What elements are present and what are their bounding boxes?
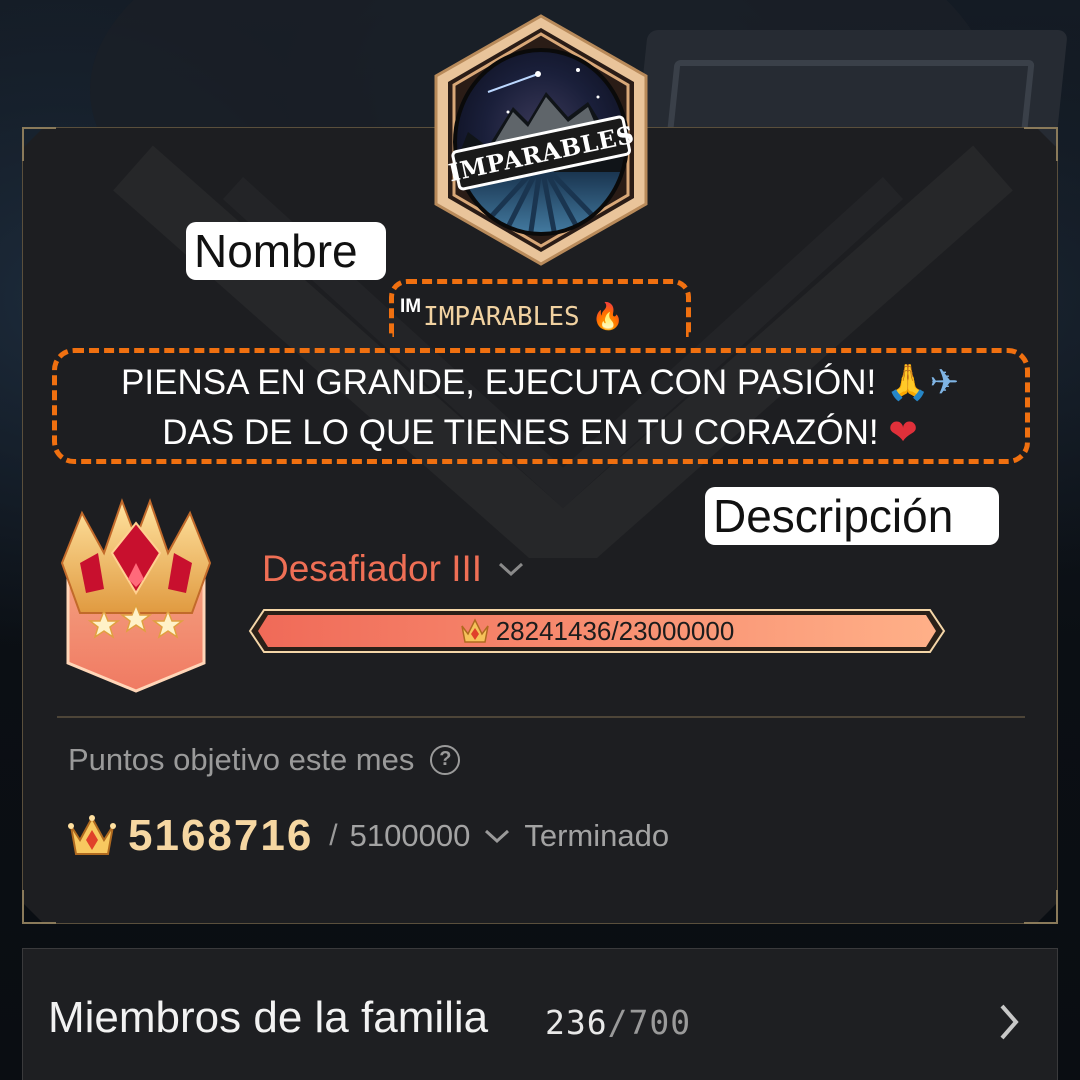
points-crown-icon bbox=[68, 815, 116, 855]
chevron-right-icon[interactable] bbox=[996, 1002, 1022, 1042]
monthly-target-row[interactable]: 5168716 / 5100000 Terminado bbox=[68, 804, 669, 868]
points-separator: / bbox=[329, 819, 338, 852]
family-name: IM IMPARABLES 🔥 bbox=[400, 292, 690, 332]
progress-label: 28241436/23000000 bbox=[248, 608, 946, 654]
fire-icon: 🔥 bbox=[591, 302, 625, 332]
rank-name: Desafiador III bbox=[262, 548, 483, 589]
monthly-target-header: Puntos objetivo este mes ? bbox=[68, 742, 461, 778]
card-corner bbox=[22, 890, 56, 924]
help-icon[interactable]: ? bbox=[430, 745, 461, 775]
monthly-goal: 5100000 bbox=[349, 818, 471, 853]
rank-progress-bar: 28241436/23000000 bbox=[248, 608, 946, 654]
chevron-down-icon[interactable] bbox=[482, 826, 512, 846]
rank-crown-icon bbox=[60, 498, 212, 693]
progress-value: 28241436/23000000 bbox=[495, 615, 735, 646]
card-corner bbox=[1024, 890, 1058, 924]
family-name-text: IMPARABLES bbox=[423, 302, 580, 332]
target-status: Terminado bbox=[524, 818, 670, 853]
members-current: 236 bbox=[545, 1003, 608, 1042]
description-label: Descripción bbox=[705, 487, 999, 545]
chevron-down-icon bbox=[499, 562, 524, 577]
family-tag: IM bbox=[400, 296, 422, 317]
family-description: PIENSA EN GRANDE, EJECUTA CON PASIÓN! 🙏✈… bbox=[60, 358, 1020, 458]
members-max: /700 bbox=[607, 1003, 692, 1042]
divider bbox=[57, 716, 1025, 718]
pray-icon: 🙏 bbox=[886, 363, 930, 403]
monthly-target-label: Puntos objetivo este mes bbox=[68, 742, 415, 777]
members-title: Miembros de la familia bbox=[48, 993, 489, 1042]
name-label: Nombre bbox=[186, 222, 386, 280]
monthly-points: 5168716 bbox=[128, 811, 314, 860]
description-line-1: PIENSA EN GRANDE, EJECUTA CON PASIÓN! bbox=[121, 363, 877, 402]
heart-icon: ❤ bbox=[888, 413, 918, 453]
card-corner bbox=[22, 127, 56, 161]
family-emblem-icon[interactable]: IMPARABLES bbox=[428, 12, 654, 268]
members-count: 236/700 bbox=[545, 1003, 691, 1042]
card-corner bbox=[1024, 127, 1058, 161]
rank-selector[interactable]: Desafiador III bbox=[262, 548, 526, 590]
description-line-2: DAS DE LO QUE TIENES EN TU CORAZÓN! bbox=[162, 413, 879, 452]
plane-icon: ✈ bbox=[929, 363, 959, 403]
points-crown-icon bbox=[460, 618, 489, 643]
